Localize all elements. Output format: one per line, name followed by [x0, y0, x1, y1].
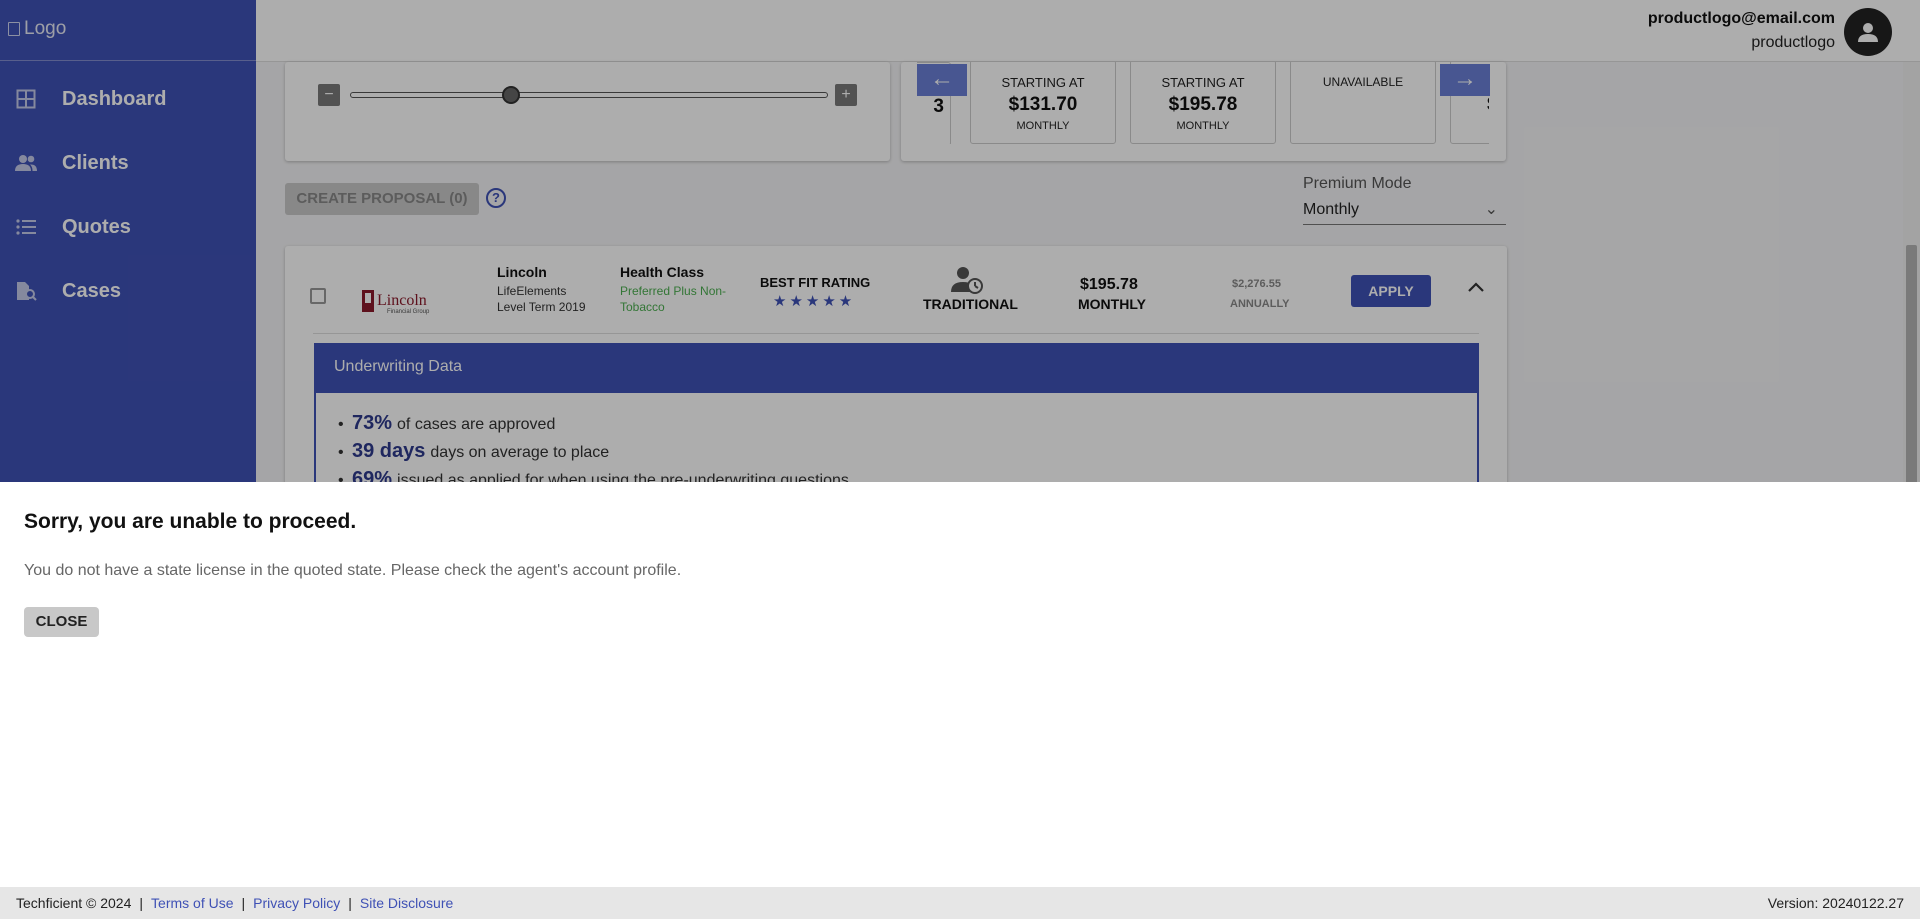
- footer: Techficient © 2024 | Terms of Use | Priv…: [0, 887, 1920, 919]
- footer-separator: |: [241, 895, 246, 911]
- footer-separator: |: [139, 895, 144, 911]
- terms-link[interactable]: Terms of Use: [151, 895, 233, 911]
- dialog-message: You do not have a state license in the q…: [24, 562, 682, 579]
- footer-separator: |: [348, 895, 352, 911]
- disclosure-link[interactable]: Site Disclosure: [360, 895, 453, 911]
- close-button[interactable]: CLOSE: [24, 607, 99, 637]
- version-text: Version: 20240122.27: [1767, 895, 1904, 911]
- dialog-title: Sorry, you are unable to proceed.: [24, 510, 357, 533]
- footer-links: Techficient © 2024 | Terms of Use | Priv…: [16, 895, 453, 911]
- error-dialog: Sorry, you are unable to proceed. You do…: [0, 482, 1920, 887]
- copyright: Techficient © 2024: [16, 895, 132, 911]
- privacy-link[interactable]: Privacy Policy: [253, 895, 340, 911]
